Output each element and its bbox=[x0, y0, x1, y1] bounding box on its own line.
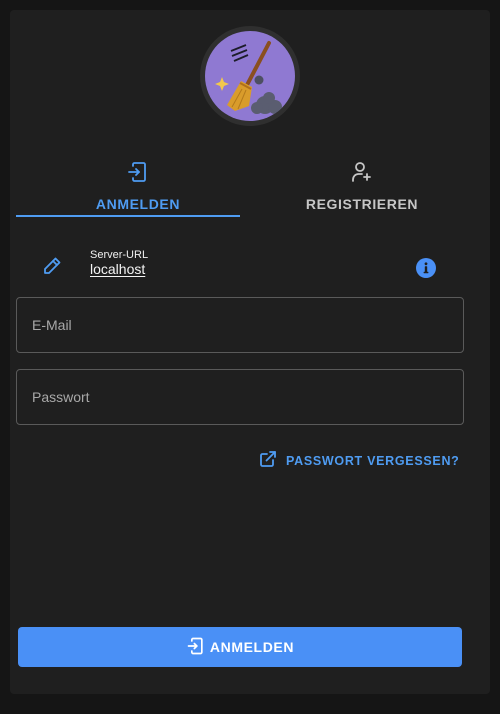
app-logo bbox=[200, 26, 300, 126]
pencil-icon[interactable] bbox=[40, 254, 64, 278]
login-icon bbox=[126, 160, 150, 184]
password-field[interactable] bbox=[16, 369, 464, 425]
email-field[interactable] bbox=[16, 297, 464, 353]
active-tab-indicator bbox=[16, 215, 240, 217]
tab-register[interactable]: REGISTRIEREN bbox=[250, 156, 474, 228]
auth-tabs: ANMELDEN REGISTRIEREN bbox=[26, 156, 474, 228]
add-user-icon bbox=[350, 160, 374, 184]
forgot-password-link[interactable]: PASSWORT VERGESSEN? bbox=[258, 449, 460, 474]
login-button-label: ANMELDEN bbox=[209, 639, 295, 655]
server-url-row: Server-URL localhost bbox=[16, 248, 464, 288]
server-url-value[interactable]: localhost bbox=[90, 261, 145, 277]
info-icon[interactable] bbox=[416, 258, 436, 278]
password-input[interactable] bbox=[17, 370, 463, 424]
tab-register-label: REGISTRIEREN bbox=[305, 196, 419, 212]
tab-login[interactable]: ANMELDEN bbox=[26, 156, 250, 228]
server-url-caption: Server-URL bbox=[90, 249, 149, 261]
forgot-password-label: PASSWORT VERGESSEN? bbox=[286, 454, 460, 468]
email-input[interactable] bbox=[17, 298, 463, 352]
login-button[interactable]: ANMELDEN bbox=[18, 627, 462, 667]
tab-login-label: ANMELDEN bbox=[95, 196, 181, 212]
external-link-icon bbox=[258, 449, 278, 474]
login-icon bbox=[186, 636, 206, 659]
broom-icon bbox=[205, 31, 295, 121]
